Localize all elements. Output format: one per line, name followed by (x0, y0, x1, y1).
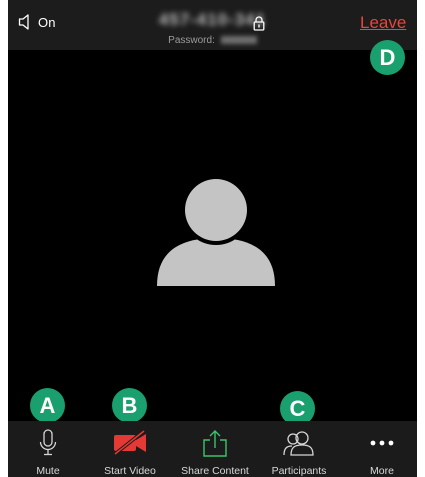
more-button[interactable]: More (342, 421, 417, 477)
share-icon (203, 430, 227, 457)
meeting-info: 457-410-341 (8, 10, 417, 30)
top-bar: On 457-410-341 Password: Leave (8, 0, 417, 50)
meeting-id: 457-410-341 (158, 10, 267, 29)
microphone-icon (39, 429, 57, 456)
password-line: Password: (8, 35, 417, 46)
badge-a: A (30, 388, 65, 423)
start-video-button[interactable]: Start Video (90, 421, 170, 477)
meeting-screen: On 457-410-341 Password: Leave D A B C M… (8, 0, 417, 477)
participants-button[interactable]: Participants (259, 421, 339, 477)
badge-d: D (370, 40, 405, 75)
avatar-icon (157, 178, 275, 286)
password-value-redacted (220, 36, 257, 45)
participants-icon (283, 431, 314, 456)
more-icon (370, 440, 394, 446)
lock-icon (253, 16, 265, 31)
leave-button[interactable]: Leave (360, 13, 406, 33)
password-label: Password: (168, 35, 215, 46)
share-content-button[interactable]: Share Content (175, 421, 255, 477)
video-off-icon (113, 430, 146, 456)
badge-b: B (112, 388, 147, 423)
mute-button[interactable]: Mute (8, 421, 88, 477)
more-label: More (370, 465, 394, 477)
bottom-toolbar: Mute Start Video Share Content Participa… (8, 421, 417, 477)
